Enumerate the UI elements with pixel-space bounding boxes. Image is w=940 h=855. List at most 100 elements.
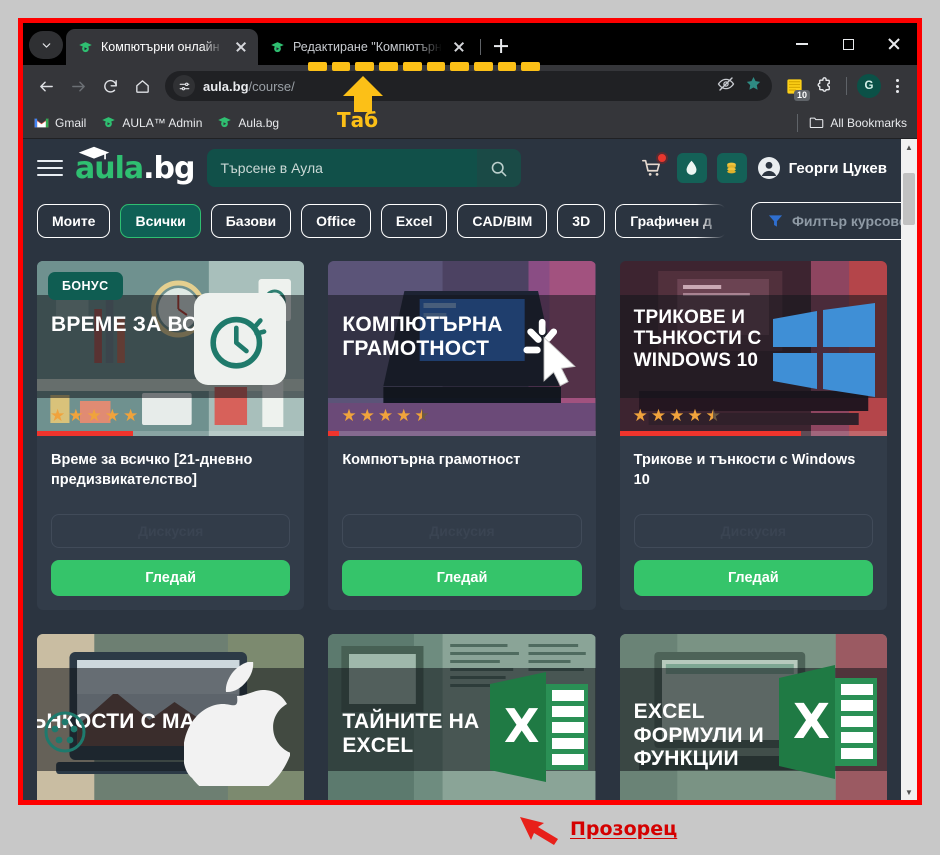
filter-pill-3d[interactable]: 3D (557, 204, 606, 238)
course-progress-fill (37, 431, 134, 436)
course-thumbnail: ТЪНКОСТИ С MAC OS (37, 634, 305, 800)
filter-pill-grafichen-dizayn[interactable]: Графичен д (615, 204, 727, 238)
maximize-button[interactable] (825, 23, 871, 65)
back-button[interactable] (31, 71, 61, 101)
course-card[interactable]: ТРИКОВЕ И ТЪНКОСТИ С WINDOWS 10 ★ ★ ★ ★ … (619, 261, 887, 610)
clock-icon (194, 293, 287, 385)
watch-button[interactable]: Гледай (633, 560, 873, 596)
close-icon[interactable] (450, 38, 468, 56)
discussion-button[interactable]: Дискусия (633, 514, 873, 548)
close-icon[interactable] (232, 38, 250, 56)
scroll-up-button[interactable]: ▲ (901, 139, 917, 155)
coins-button[interactable] (716, 153, 747, 183)
watch-button[interactable]: Гледай (342, 560, 582, 596)
filter-courses-button[interactable]: Филтър курсове (750, 202, 901, 240)
folder-icon (808, 115, 824, 131)
extensions-icon[interactable] (810, 72, 838, 100)
flame-icon (686, 160, 697, 175)
page-scrollbar[interactable]: ▲ ▼ (901, 139, 917, 800)
close-window-button[interactable] (871, 23, 917, 65)
filter-pill-excel[interactable]: Excel (380, 204, 448, 238)
course-progress-fill (619, 431, 802, 436)
site-logo[interactable]: aula .bg (75, 146, 196, 186)
address-bar[interactable]: aula.bg/course/ (165, 71, 772, 101)
bookmark-label: AULA™ Admin (122, 115, 203, 130)
chevron-down-icon (42, 42, 50, 48)
browser-tab-inactive[interactable]: Редактиране "Компютърна гра (258, 29, 476, 65)
browser-toolbar: aula.bg/course/ 10 G (23, 65, 917, 107)
excel-logo-icon: X (773, 660, 881, 789)
profile-button[interactable]: G (855, 72, 883, 100)
omnibox-actions (717, 75, 766, 98)
star-icon: ★ (86, 406, 102, 425)
flame-button[interactable] (676, 153, 707, 183)
aula-icon (269, 39, 285, 55)
hamburger-menu-icon[interactable] (37, 160, 63, 176)
page-viewport: aula .bg Търсене в Аула Георги Цукев Мои… (23, 139, 917, 800)
browser-tab-active[interactable]: Компютърни онлайн курсове (66, 29, 258, 65)
search-button[interactable] (476, 149, 521, 187)
toolbar-right: 10 G (780, 72, 909, 101)
minimize-button[interactable] (779, 23, 825, 65)
search-input[interactable]: Търсене в Аула (206, 149, 477, 187)
logo-secondary: .bg (143, 150, 195, 186)
annotation-tab-label: Таб (337, 108, 379, 132)
discussion-button[interactable]: Дискусия (51, 514, 291, 548)
filter-pill-cad-bim[interactable]: CAD/BIM (457, 204, 548, 238)
svg-text:X: X (504, 699, 539, 753)
course-card[interactable]: ТАЙНИТЕ НА EXCEL X (328, 634, 596, 800)
star-icon: ★ (687, 406, 703, 425)
watch-button[interactable]: Гледай (51, 560, 291, 596)
bookmark-gmail[interactable]: Gmail (33, 115, 86, 131)
filter-pill-vsichki[interactable]: Всички (120, 204, 201, 238)
filter-pill-moite[interactable]: Моите (37, 204, 111, 238)
all-bookmarks-button[interactable]: All Bookmarks (808, 115, 907, 131)
cart-button[interactable] (637, 152, 668, 183)
star-icon: ★ (104, 406, 120, 425)
scroll-down-button[interactable]: ▼ (901, 784, 917, 800)
star-icon: ★ (650, 406, 667, 425)
bookmarks-divider (797, 113, 799, 132)
annotation-tab-dashes (308, 62, 541, 71)
cursor-click-icon (498, 303, 594, 404)
course-progress-bar (37, 431, 305, 436)
kebab-menu-icon[interactable] (885, 74, 909, 98)
user-menu[interactable]: Георги Цукев (757, 156, 887, 180)
graduation-cap-icon (77, 145, 111, 167)
thumbnail-title: EXCEL ФОРМУЛИ И ФУНКЦИИ (633, 700, 764, 771)
tab-search-button[interactable] (29, 31, 63, 59)
course-card[interactable]: КОМПЮТЪРНА ГРАМОТНОСТ ★ ★ ★ ★ ★ ★ Компют… (328, 261, 596, 610)
course-rating: ★ ★ ★ ★ ★ (50, 407, 138, 424)
tab-title: Компютърни онлайн курсове (101, 40, 224, 54)
bookmark-aula-bg[interactable]: Aula.bg (216, 115, 279, 131)
annotation-arrow-left-icon (520, 817, 558, 845)
course-rating: ★ ★ ★ ★ ★ (633, 407, 721, 424)
course-title: Трикове и тънкости с Windows 10 (633, 452, 856, 489)
course-card[interactable]: ТЪНКОСТИ С MAC OS (37, 634, 305, 800)
home-button[interactable] (127, 71, 157, 101)
course-card[interactable]: БОНУС ВРЕМЕ ЗА ВСИЧКО ★ ★ ★ ★ ★ Време за… (37, 261, 305, 610)
bookmark-label: Aula.bg (238, 115, 280, 130)
extension-button[interactable]: 10 (780, 72, 810, 101)
course-thumbnail: БОНУС ВРЕМЕ ЗА ВСИЧКО ★ ★ ★ ★ ★ (37, 261, 305, 436)
reload-button[interactable] (95, 71, 125, 101)
forward-button[interactable] (63, 71, 93, 101)
filter-pill-office[interactable]: Office (301, 204, 371, 238)
new-tab-button[interactable] (487, 32, 515, 60)
minimize-icon (796, 43, 808, 45)
scrollbar-thumb[interactable] (903, 173, 915, 225)
star-icon[interactable] (745, 75, 762, 97)
course-progress-bar (619, 431, 887, 436)
course-card[interactable]: EXCEL ФОРМУЛИ И ФУНКЦИИ X (619, 634, 887, 800)
discussion-button[interactable]: Дискусия (342, 514, 582, 548)
funnel-icon (768, 215, 783, 227)
bookmark-aula-admin[interactable]: AULA™ Admin (100, 115, 202, 131)
all-bookmarks-label: All Bookmarks (830, 115, 907, 130)
arrow-right-icon (71, 81, 85, 91)
course-rating: ★ ★ ★ ★ ★ (341, 407, 429, 424)
screenshot-root: Компютърни онлайн курсове Редактиране "К… (0, 0, 940, 855)
tune-icon[interactable] (173, 75, 195, 97)
filter-pill-bazovi[interactable]: Базови (210, 204, 292, 238)
aula-icon (216, 115, 232, 131)
eye-slash-icon[interactable] (717, 75, 735, 98)
